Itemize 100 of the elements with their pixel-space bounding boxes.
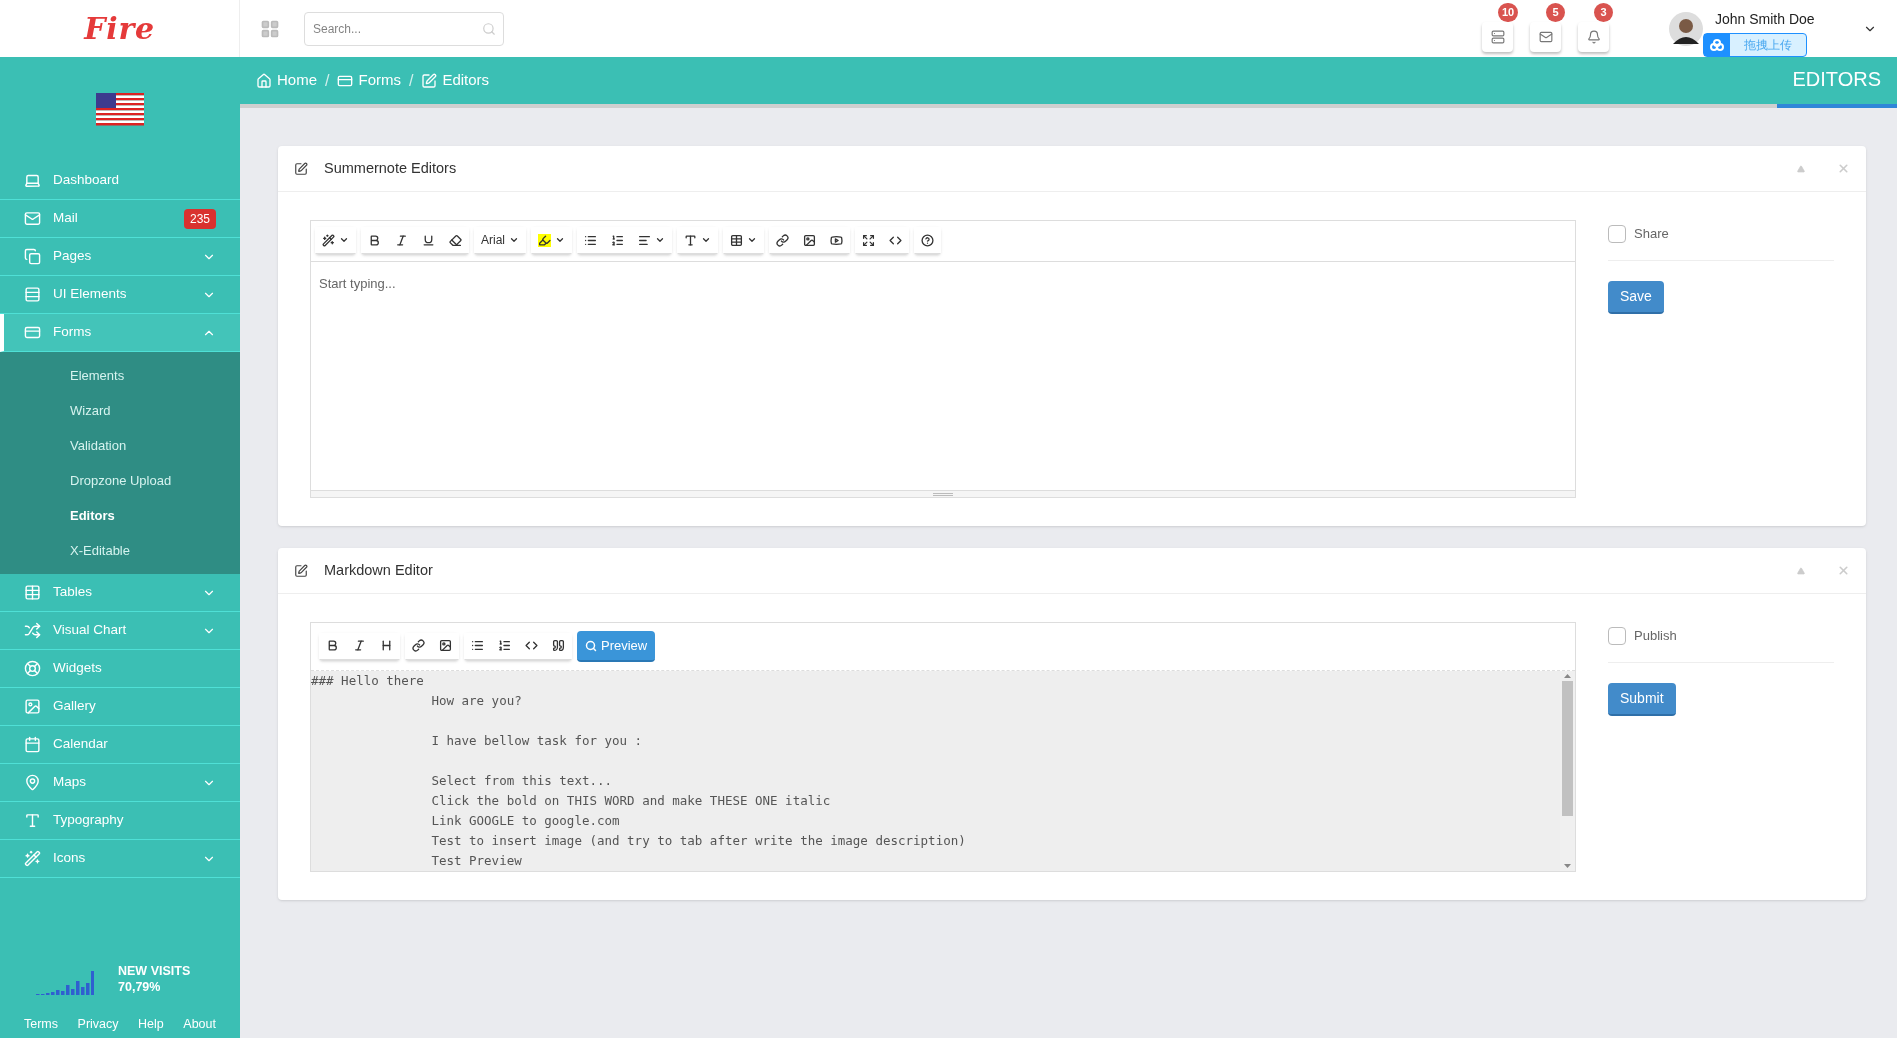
breadcrumb-separator: / (408, 70, 414, 91)
avatar[interactable] (1669, 11, 1703, 46)
checkbox[interactable]: Share (1608, 224, 1834, 261)
highlight-button[interactable] (531, 227, 572, 253)
sidebar-item[interactable]: Icons (0, 840, 240, 878)
laptop-icon (24, 172, 41, 189)
submenu-item[interactable]: Validation (0, 428, 240, 463)
caret-icon (555, 235, 565, 245)
caret-icon (747, 235, 757, 245)
server-icon (1490, 29, 1505, 44)
editor-area[interactable]: Start typing... (311, 262, 1575, 490)
search-icon (482, 21, 496, 36)
breadcrumb-link[interactable]: Forms (337, 69, 401, 92)
count-badge: 10 (1498, 2, 1519, 22)
sidebar-item[interactable]: Calendar (0, 726, 240, 764)
wand-icon (24, 850, 41, 867)
footer-link[interactable]: About (183, 1015, 216, 1034)
caret-icon (509, 235, 519, 245)
notification-button[interactable] (1578, 21, 1609, 52)
caret-icon (655, 235, 665, 245)
help-icon (921, 233, 934, 247)
numbered-list-icon (498, 639, 511, 652)
submenu-item[interactable]: Elements (0, 358, 240, 393)
footer-link[interactable]: Terms (24, 1015, 59, 1034)
text-size-icon (684, 233, 697, 247)
checkbox[interactable]: Publish (1608, 626, 1834, 663)
search-field[interactable]: Search... (304, 11, 504, 46)
edit-icon (294, 161, 308, 176)
envelope-icon (1538, 29, 1553, 44)
eraser-icon (449, 233, 462, 247)
form-icon (24, 324, 41, 341)
sidebar-item[interactable]: Maps (0, 764, 240, 802)
pages-icon (24, 248, 41, 265)
breadcrumb-link[interactable]: Editors (421, 69, 490, 92)
upload-overlay-button[interactable]: 拖拽上传 (1703, 32, 1807, 57)
table-button[interactable] (723, 227, 764, 253)
code-icon (525, 639, 538, 652)
align-left-icon (638, 233, 651, 247)
fullscreen-icon (862, 233, 875, 247)
breadcrumb-link[interactable]: Home (256, 69, 317, 92)
caret-icon (701, 235, 711, 245)
envelope-icon (24, 210, 41, 227)
submit-button[interactable]: Save (1608, 280, 1664, 314)
count-badge: 3 (1594, 2, 1613, 22)
scroll-down-icon[interactable] (1564, 864, 1571, 868)
bold-icon (326, 639, 339, 652)
font-button[interactable]: Arial (474, 227, 526, 253)
submenu-item[interactable]: Wizard (0, 393, 240, 428)
image-icon (439, 639, 452, 652)
bullet-list-icon (584, 233, 597, 247)
search-icon (585, 639, 597, 652)
sidebar-item[interactable]: Gallery (0, 688, 240, 726)
highlight-icon (538, 233, 551, 247)
count-badge: 235 (183, 208, 216, 229)
footer-link[interactable]: Help (138, 1015, 164, 1034)
resize-handle[interactable] (311, 490, 1575, 497)
text-size-button[interactable] (677, 227, 718, 253)
sidebar-item[interactable]: Forms (0, 314, 240, 352)
italic-icon (395, 233, 408, 247)
bell-icon (1586, 29, 1601, 44)
bullet-list-icon (471, 639, 484, 652)
submenu-item[interactable]: Editors (0, 498, 240, 533)
bold-icon (368, 233, 381, 247)
breadcrumb-separator: / (325, 70, 330, 91)
video-icon (830, 233, 843, 247)
heading-icon (380, 639, 393, 652)
sidebar-item[interactable]: Dashboard (0, 162, 240, 200)
sidebar-item[interactable]: Widgets (0, 650, 240, 688)
image-icon (24, 698, 41, 715)
image-icon (803, 233, 816, 247)
sidebar-item[interactable]: Pages (0, 238, 240, 276)
table-icon (24, 584, 41, 601)
notification-button[interactable] (1482, 21, 1513, 52)
footer-link[interactable]: Privacy (77, 1015, 119, 1034)
edit-icon (421, 72, 438, 89)
caret-icon (339, 235, 349, 245)
help-button[interactable] (914, 227, 941, 253)
lifebuoy-icon (24, 660, 41, 677)
scrollbar[interactable] (1560, 671, 1575, 871)
submenu-item[interactable]: X-Editable (0, 533, 240, 568)
submit-button[interactable]: Submit (1608, 682, 1676, 716)
table-icon (730, 233, 743, 247)
sidebar-item[interactable]: Tables (0, 574, 240, 612)
sidebar-item[interactable]: Mail 235 (0, 200, 240, 238)
preview-button[interactable]: Preview (577, 631, 656, 662)
user-name[interactable]: John Smith Doe (1715, 10, 1815, 27)
link-icon (412, 639, 425, 652)
stat-value: 70,79% (118, 979, 162, 996)
italic-icon (353, 639, 366, 652)
calendar-icon (24, 736, 41, 753)
style-button[interactable] (315, 227, 356, 253)
page-title: EDITORS (1792, 66, 1881, 92)
numbered-list-icon (611, 233, 624, 247)
notification-button[interactable] (1530, 21, 1561, 52)
submenu-item[interactable]: Dropzone Upload (0, 463, 240, 498)
sidebar-item[interactable]: Typography (0, 802, 240, 840)
stat-title: NEW VISITS (118, 964, 191, 980)
sidebar-item[interactable]: Visual Chart (0, 612, 240, 650)
map-pin-icon (24, 774, 41, 791)
scroll-up-icon[interactable] (1564, 674, 1571, 678)
